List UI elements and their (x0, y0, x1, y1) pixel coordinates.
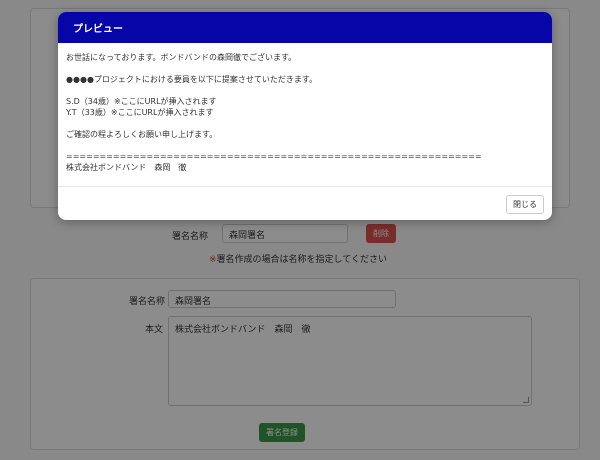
body-line (66, 85, 544, 96)
body-line (66, 140, 544, 151)
body-line: ========================================… (66, 152, 482, 161)
close-button[interactable]: 閉じる (506, 195, 544, 214)
body-line: お世話になっております。ボンドバンドの森岡徹でございます。 (66, 53, 297, 62)
modal-footer: 閉じる (58, 186, 552, 220)
body-line: 株式会社ボンドバンド 森岡 徹 (66, 163, 187, 172)
body-line (66, 63, 544, 74)
body-line: ●●●●プロジェクトにおける要員を以下に提案させていただきます。 (66, 75, 318, 84)
body-line: ご確認の程よろしくお願い申し上げます。 (66, 130, 218, 139)
body-line: S.D（34歳）※ここにURLが挿入されます (66, 97, 217, 106)
body-line (66, 118, 544, 129)
preview-modal: プレビュー お世話になっております。ボンドバンドの森岡徹でございます。 ●●●●… (58, 12, 552, 220)
modal-title: プレビュー (58, 12, 552, 43)
modal-body: お世話になっております。ボンドバンドの森岡徹でございます。 ●●●●プロジェクト… (58, 43, 552, 173)
body-line: Y.T（33歳）※ここにURLが挿入されます (66, 108, 214, 117)
